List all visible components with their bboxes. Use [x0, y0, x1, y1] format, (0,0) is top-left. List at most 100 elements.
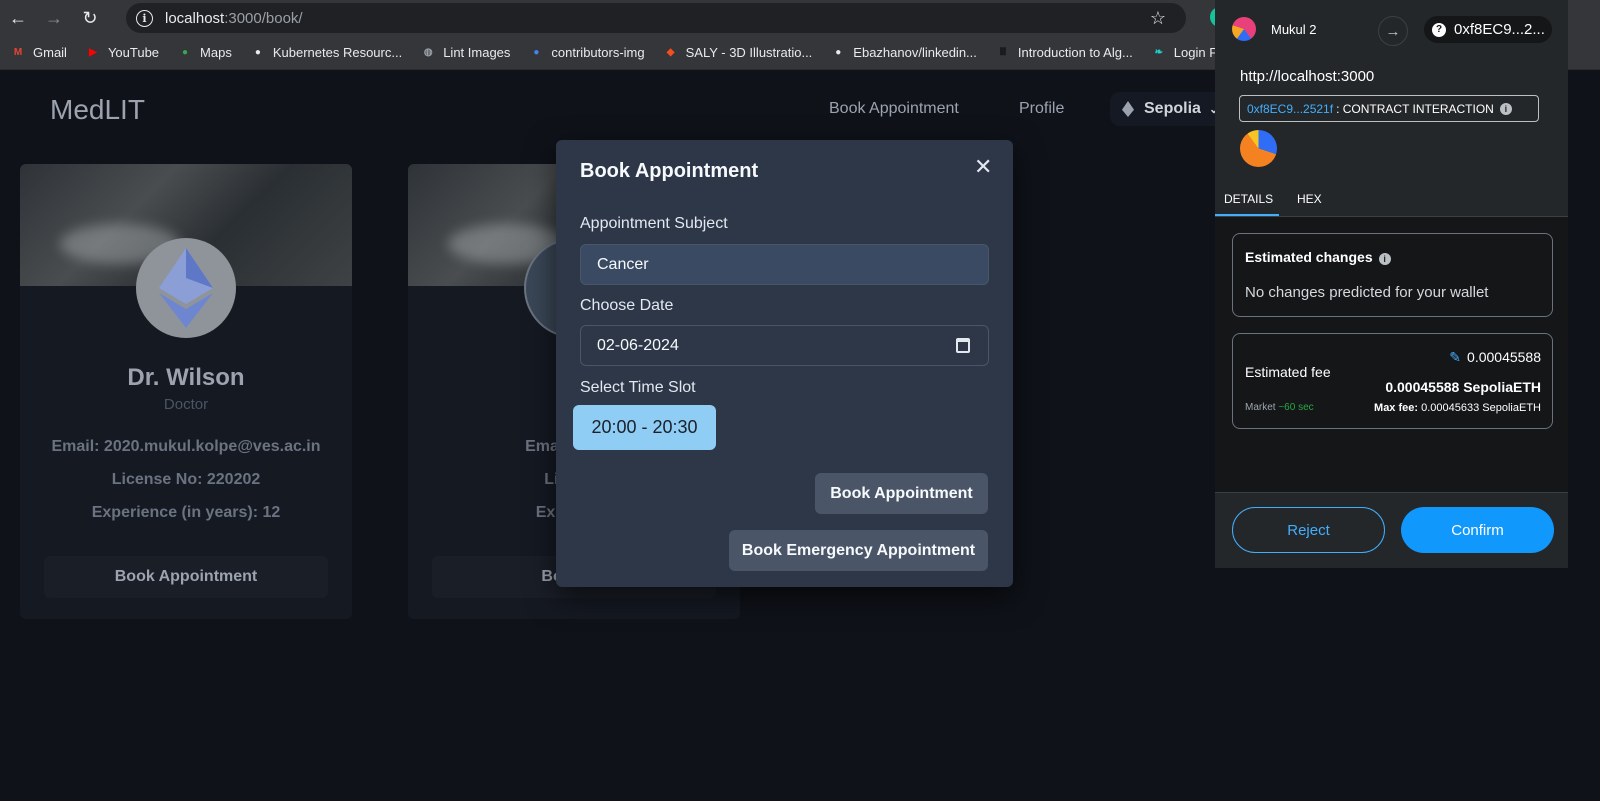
fee-value-text: 0.00045588: [1467, 349, 1541, 365]
url-path: :3000/book/: [224, 9, 303, 27]
youtube-icon: ▶: [89, 47, 97, 58]
calendar-icon[interactable]: [956, 338, 970, 353]
leaf-icon: ❧: [1154, 47, 1163, 58]
forward-button[interactable]: →: [36, 0, 72, 36]
wallet-tabs: DETAILS HEX: [1215, 182, 1568, 217]
back-button[interactable]: ←: [0, 0, 36, 36]
date-value: 02-06-2024: [597, 336, 679, 354]
bookmark-item[interactable]: ◍ Lint Images: [420, 45, 511, 61]
wallet-header: Mukul 2 → ? 0xf8EC9...2...: [1215, 0, 1568, 56]
url-text: localhost:3000/book/: [165, 10, 303, 27]
max-fee: Max fee: 0.00045633 SepoliaETH: [1374, 402, 1541, 414]
market-label: Market: [1245, 402, 1276, 413]
doctor-license: License No: 220202: [111, 471, 261, 488]
network-selector[interactable]: Sepolia ⌄: [1110, 92, 1231, 126]
doctor-card: Dr. Wilson Doctor Email: 2020.mukul.kolp…: [20, 164, 352, 619]
bookmark-star-icon[interactable]: ☆: [1150, 8, 1166, 29]
contract-label: : CONTRACT INTERACTION: [1336, 101, 1494, 116]
doctor-experience: Experience (in years): 12: [91, 504, 281, 521]
bookmark-label: SALY - 3D Illustratio...: [685, 45, 813, 60]
market-time: ~60 sec: [1278, 402, 1314, 413]
book-appointment-modal: Book Appointment ✕ Appointment Subject C…: [556, 140, 1013, 587]
maps-icon: ●: [182, 47, 189, 58]
max-fee-value: 0.00045633 SepoliaETH: [1421, 402, 1541, 414]
question-icon: ?: [1432, 22, 1446, 37]
nav-profile[interactable]: Profile: [1019, 100, 1064, 118]
figma-icon: ◆: [666, 47, 675, 58]
estimated-changes-box: Estimated changes i No changes predicted …: [1232, 233, 1553, 317]
tab-details[interactable]: DETAILS: [1224, 192, 1273, 206]
estimated-changes-title-text: Estimated changes: [1245, 249, 1373, 265]
account-avatar: [1232, 17, 1256, 41]
bookmark-item[interactable]: ● Ebazhanov/linkedin...: [830, 45, 977, 61]
estimated-changes-text: No changes predicted for your wallet: [1245, 284, 1489, 301]
bookmark-label: Lint Images: [443, 45, 511, 60]
network-identicon: [1240, 130, 1277, 167]
close-icon[interactable]: ✕: [974, 154, 992, 180]
bookmark-label: Maps: [200, 45, 232, 60]
estimated-changes-title: Estimated changes i: [1245, 249, 1391, 265]
bookmark-item[interactable]: Ⅲ Introduction to Alg...: [995, 45, 1133, 61]
info-icon[interactable]: i: [1378, 253, 1391, 265]
doctor-name: Dr. Wilson: [127, 364, 245, 391]
confirm-button[interactable]: Confirm: [1401, 507, 1554, 553]
bookmark-label: Kubernetes Resourc...: [272, 45, 403, 60]
github-icon: ●: [835, 47, 842, 58]
reload-button[interactable]: ↻: [72, 0, 108, 36]
bookmark-item[interactable]: M Gmail: [10, 45, 67, 61]
tab-hex[interactable]: HEX: [1297, 192, 1322, 206]
gmail-icon: M: [13, 47, 23, 58]
date-label: Choose Date: [580, 297, 674, 314]
bookmark-label: Introduction to Alg...: [1017, 45, 1133, 60]
bookmark-label: Gmail: [33, 45, 67, 60]
ethereum-icon: [1122, 101, 1134, 117]
doctor-avatar: [136, 238, 236, 338]
modal-title: Book Appointment: [580, 160, 759, 182]
bookmark-label: YouTube: [107, 45, 160, 60]
url-host: localhost: [165, 9, 225, 27]
account-name[interactable]: Mukul 2: [1271, 22, 1317, 37]
bookmark-item[interactable]: ◆ SALY - 3D Illustratio...: [663, 45, 813, 61]
wallet-footer: Reject Confirm: [1215, 492, 1568, 568]
contract-address-link[interactable]: 0xf8EC9...2521f: [1247, 102, 1333, 116]
time-slot-option[interactable]: 20:00 - 20:30: [573, 405, 716, 450]
market-estimate: Market ~60 sec: [1245, 402, 1314, 413]
network-name: Sepolia: [1144, 100, 1201, 117]
book-appointment-button[interactable]: Book Appointment: [44, 556, 328, 598]
bookmark-label: Ebazhanov/linkedin...: [853, 45, 977, 60]
request-origin: http://localhost:3000: [1240, 68, 1375, 85]
subject-label: Appointment Subject: [580, 215, 728, 232]
bookmark-item[interactable]: ▶ YouTube: [85, 45, 159, 61]
contract-interaction-badge: 0xf8EC9...2521f : CONTRACT INTERACTION i: [1239, 95, 1539, 122]
address-bar[interactable]: i localhost:3000/book/ ☆: [126, 3, 1186, 33]
bookmark-item[interactable]: ● Kubernetes Resourc...: [250, 45, 402, 61]
active-tab-indicator: [1215, 214, 1279, 216]
nav-book-appointment[interactable]: Book Appointment: [829, 100, 959, 118]
estimated-fee-box: Estimated fee ✎ 0.00045588 0.00045588 Sep…: [1232, 333, 1553, 429]
people-icon: ●: [533, 47, 540, 58]
globe-icon: ◍: [423, 47, 433, 58]
reject-button[interactable]: Reject: [1232, 507, 1385, 553]
date-input[interactable]: 02-06-2024: [580, 325, 989, 366]
book-emergency-appointment-button[interactable]: Book Emergency Appointment: [729, 530, 988, 571]
wallet-confirm-popup: Mukul 2 → ? 0xf8EC9...2... http://localh…: [1215, 0, 1568, 568]
bookmark-item[interactable]: ● Maps: [177, 45, 232, 61]
recipient-address[interactable]: ? 0xf8EC9...2...: [1424, 16, 1552, 43]
brand-logo[interactable]: MedLIT: [50, 94, 145, 126]
time-slot-label: Select Time Slot: [580, 379, 696, 396]
ethereum-logo-icon: [159, 248, 213, 328]
book-appointment-submit-button[interactable]: Book Appointment: [815, 473, 988, 514]
fee-value: ✎ 0.00045588: [1449, 349, 1541, 366]
doctor-role: Doctor: [163, 396, 209, 413]
site-info-icon[interactable]: i: [136, 9, 153, 27]
bookmark-item[interactable]: ● contributors-img: [528, 45, 644, 61]
arrow-right-icon: →: [1378, 16, 1408, 46]
subject-input[interactable]: Cancer: [580, 244, 989, 285]
wallet-details-body: Estimated changes i No changes predicted …: [1215, 217, 1568, 492]
edit-pencil-icon[interactable]: ✎: [1449, 349, 1461, 365]
info-icon[interactable]: i: [1499, 102, 1512, 115]
recipient-address-text: 0xf8EC9...2...: [1454, 21, 1545, 38]
mit-icon: Ⅲ: [999, 47, 1007, 58]
doctor-email: Email: 2020.mukul.kolpe@ves.ac.in: [51, 438, 321, 455]
max-fee-label: Max fee:: [1374, 402, 1419, 414]
